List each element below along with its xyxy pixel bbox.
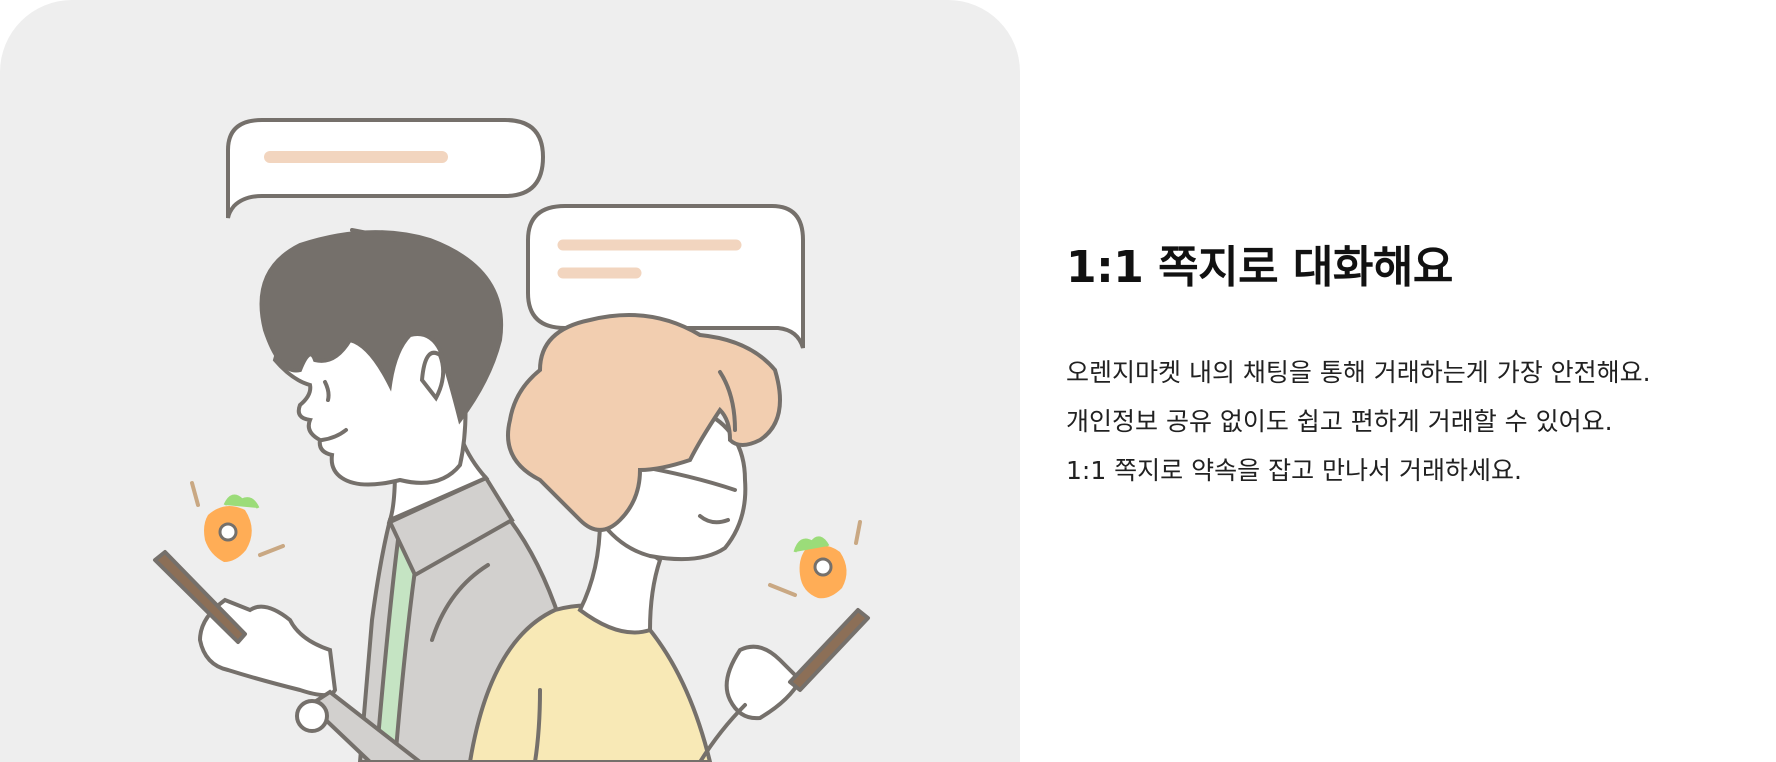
carrot-right-icon bbox=[768, 520, 862, 599]
description-line: 오렌지마켓 내의 채팅을 통해 거래하는게 가장 안전해요. bbox=[1066, 358, 1651, 387]
page: 1:1 쪽지로 대화해요 오렌지마켓 내의 채팅을 통해 거래하는게 가장 안전… bbox=[0, 0, 1776, 762]
chat-illustration bbox=[153, 118, 870, 762]
description-line: 1:1 쪽지로 약속을 잡고 만나서 거래하세요. bbox=[1066, 456, 1522, 485]
chat-illustration-card bbox=[0, 0, 1020, 762]
carrot-left-icon bbox=[190, 481, 285, 562]
description-line: 개인정보 공유 없이도 쉽고 편하게 거래할 수 있어요. bbox=[1066, 407, 1613, 436]
speech-bubble-left bbox=[226, 118, 546, 219]
woman-figure bbox=[467, 313, 870, 762]
feature-text-block: 1:1 쪽지로 대화해요 오렌지마켓 내의 채팅을 통해 거래하는게 가장 안전… bbox=[1066, 238, 1756, 495]
section-title: 1:1 쪽지로 대화해요 bbox=[1066, 242, 1453, 293]
section-description: 오렌지마켓 내의 채팅을 통해 거래하는게 가장 안전해요. 개인정보 공유 없… bbox=[1066, 348, 1756, 495]
